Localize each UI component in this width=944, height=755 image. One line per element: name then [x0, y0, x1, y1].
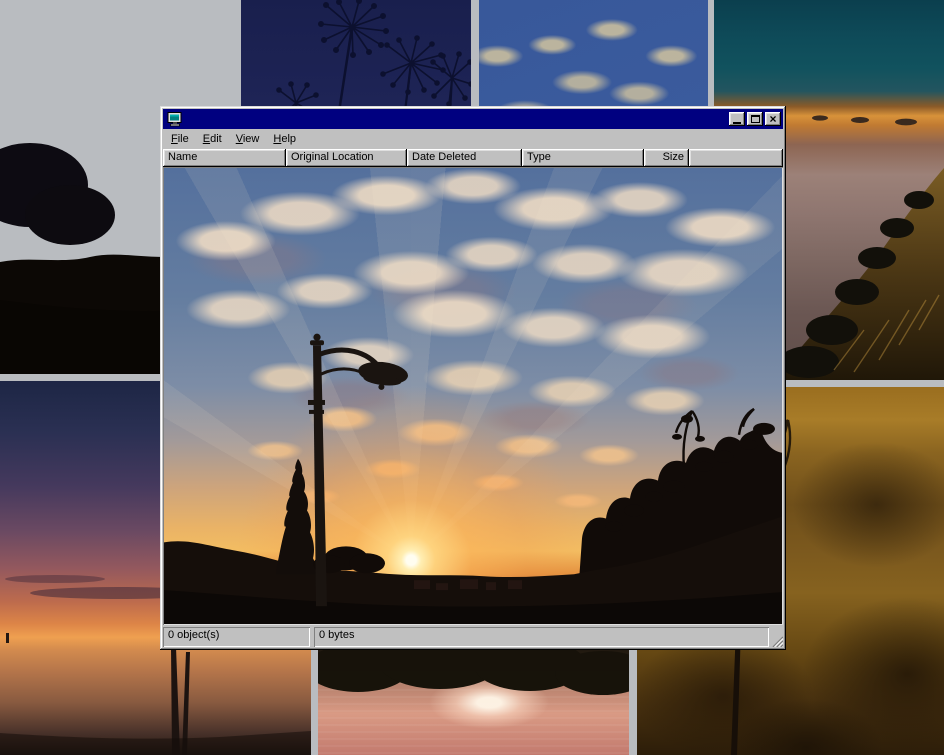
status-object-count: 0 object(s)	[163, 627, 310, 647]
menu-bar: File Edit View Help	[163, 129, 783, 149]
menu-view[interactable]: View	[229, 131, 267, 147]
status-bar: 0 object(s) 0 bytes	[163, 625, 783, 647]
resize-grip-icon[interactable]	[770, 634, 783, 647]
maximize-icon	[751, 115, 760, 123]
column-header-name[interactable]: Name	[163, 149, 286, 167]
status-byte-count: 0 bytes	[314, 627, 769, 647]
sunset-streetlamp-photo	[164, 168, 782, 624]
close-icon: ×	[769, 114, 776, 124]
column-header-date-deleted[interactable]: Date Deleted	[407, 149, 522, 167]
menu-edit[interactable]: Edit	[196, 131, 229, 147]
photo-silhouettes	[164, 168, 782, 624]
minimize-button[interactable]	[729, 112, 745, 126]
recycle-bin-window: × File Edit View Help Name Original Loca…	[160, 106, 786, 650]
maximize-button[interactable]	[747, 112, 763, 126]
window-titlebar[interactable]: ×	[163, 109, 783, 129]
menu-help[interactable]: Help	[266, 131, 303, 147]
close-button[interactable]: ×	[765, 112, 781, 126]
desktop: { "desktop": { "gap_color": "#b9bcc0", "…	[0, 0, 944, 755]
menu-file[interactable]: File	[164, 131, 196, 147]
list-view-area[interactable]	[163, 167, 783, 625]
minimize-icon	[733, 122, 741, 124]
column-header-size[interactable]: Size	[644, 149, 689, 167]
column-header-type[interactable]: Type	[522, 149, 644, 167]
list-column-headers: Name Original Location Date Deleted Type…	[163, 149, 783, 167]
column-header-original-location[interactable]: Original Location	[286, 149, 407, 167]
computer-icon	[167, 111, 183, 127]
column-header-empty[interactable]	[689, 149, 783, 167]
